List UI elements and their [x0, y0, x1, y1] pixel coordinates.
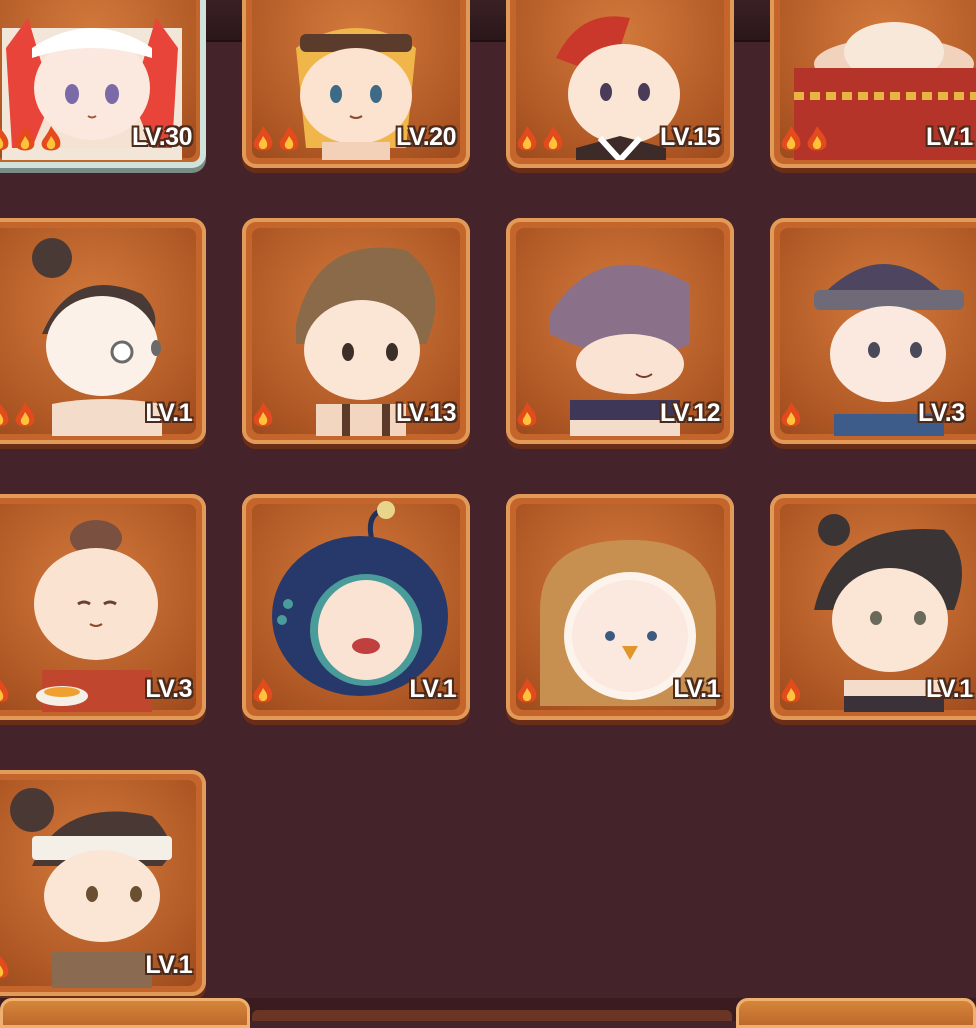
- flame-rating: [250, 676, 276, 706]
- fire-icon: [0, 955, 9, 979]
- flame-rating: [0, 400, 38, 430]
- flame-rating: [514, 676, 540, 706]
- level-label: LV.30: [131, 123, 193, 151]
- character-card-12[interactable]: LV.1: [770, 494, 976, 720]
- fire-icon: [15, 126, 35, 151]
- fire-icon: [0, 403, 9, 427]
- fire-icon: [517, 402, 537, 427]
- character-grid: LV.30 LV.20 LV.15 LV.1 LV.1 LV.13 LV.12 …: [0, 0, 976, 1000]
- fire-icon: [253, 678, 273, 703]
- character-card-11[interactable]: LV.1: [506, 494, 734, 720]
- flame-rating: [0, 952, 12, 982]
- flame-rating: [250, 400, 276, 430]
- fire-icon: [253, 402, 273, 427]
- fire-icon: [0, 127, 9, 151]
- character-card-3[interactable]: LV.15: [506, 0, 734, 168]
- fire-icon: [781, 402, 801, 427]
- character-card-9[interactable]: LV.3: [0, 494, 206, 720]
- character-card-2[interactable]: LV.20: [242, 0, 470, 168]
- level-label: LV.13: [395, 399, 457, 427]
- character-card-6[interactable]: LV.13: [242, 218, 470, 444]
- flame-rating: [514, 124, 566, 154]
- fire-icon: [0, 679, 9, 703]
- level-label: LV.1: [673, 675, 720, 703]
- flame-rating: [778, 400, 804, 430]
- fire-icon: [807, 126, 827, 151]
- fire-icon: [15, 402, 35, 427]
- fire-icon: [41, 126, 61, 151]
- bottom-center-tab: [252, 1010, 732, 1021]
- level-label: LV.1: [145, 951, 192, 979]
- character-card-7[interactable]: LV.12: [506, 218, 734, 444]
- level-label: LV.1: [409, 675, 456, 703]
- flame-rating: [0, 676, 12, 706]
- character-card-10[interactable]: LV.1: [242, 494, 470, 720]
- level-label: LV.1: [926, 123, 973, 151]
- fire-icon: [543, 126, 563, 151]
- level-label: LV.20: [395, 123, 457, 151]
- flame-rating: [250, 124, 302, 154]
- level-label: LV.3: [918, 399, 965, 427]
- flame-rating: [514, 400, 540, 430]
- bottom-right-button[interactable]: [736, 998, 976, 1028]
- flame-rating: [778, 124, 830, 154]
- fire-icon: [781, 126, 801, 151]
- fire-icon: [517, 126, 537, 151]
- flame-rating: [778, 676, 804, 706]
- level-label: LV.1: [926, 675, 973, 703]
- character-card-4[interactable]: LV.1: [770, 0, 976, 168]
- fire-icon: [781, 678, 801, 703]
- character-card-8[interactable]: LV.3: [770, 218, 976, 444]
- character-card-1[interactable]: LV.30: [0, 0, 206, 168]
- fire-icon: [279, 126, 299, 151]
- character-card-5[interactable]: LV.1: [0, 218, 206, 444]
- character-card-13[interactable]: LV.1: [0, 770, 206, 996]
- fire-icon: [517, 678, 537, 703]
- fire-icon: [253, 126, 273, 151]
- level-label: LV.1: [145, 399, 192, 427]
- bottom-left-button[interactable]: [0, 998, 250, 1028]
- level-label: LV.15: [659, 123, 721, 151]
- flame-rating: [0, 124, 64, 154]
- level-label: LV.12: [659, 399, 721, 427]
- level-label: LV.3: [145, 675, 192, 703]
